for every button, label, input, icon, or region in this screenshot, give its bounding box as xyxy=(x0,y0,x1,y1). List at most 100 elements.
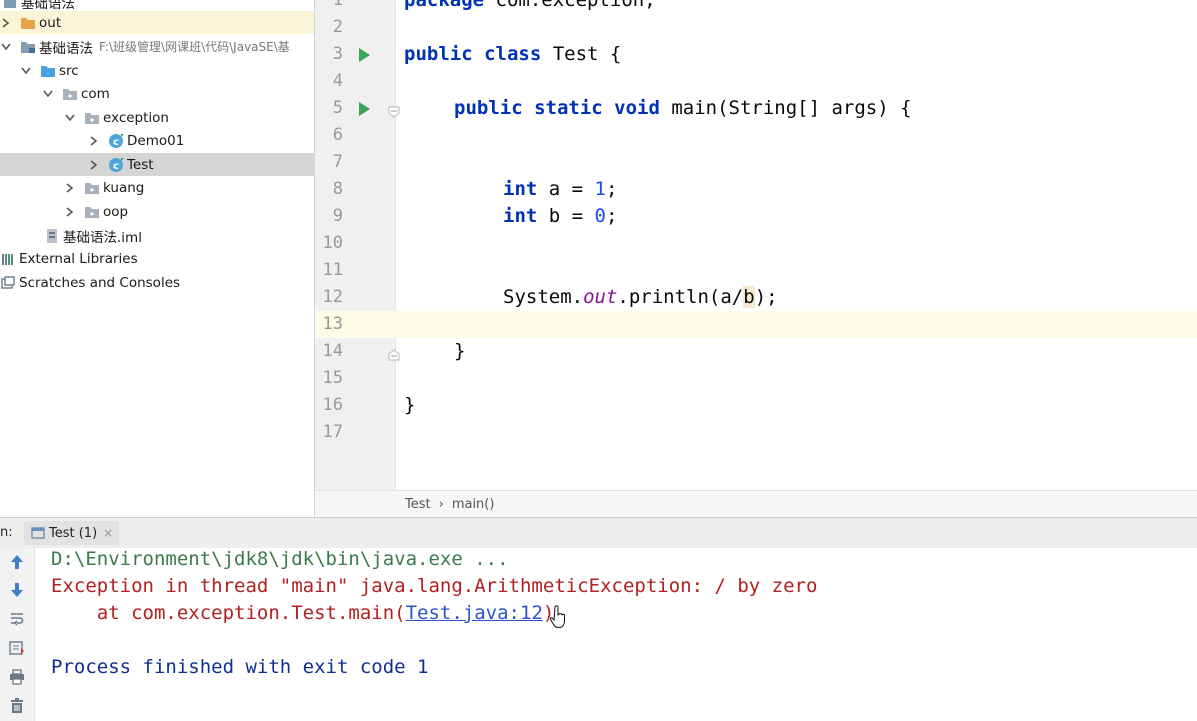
breadcrumb-separator: › xyxy=(438,497,444,512)
code-text[interactable]: public static void main(String[] args) { xyxy=(454,95,912,122)
code-line-6: 6 xyxy=(315,122,1197,149)
code-line-10: 10 xyxy=(315,230,1197,257)
package-icon xyxy=(84,204,100,220)
tree-row-scratches[interactable]: Scratches and Consoles xyxy=(0,271,314,294)
package-icon xyxy=(62,86,78,102)
chevron-right-icon[interactable] xyxy=(64,182,76,194)
tree-row-out[interactable]: out xyxy=(0,11,314,34)
code-text[interactable]: int b = 0; xyxy=(503,203,617,230)
code-line-11: 11 xyxy=(315,257,1197,284)
print-icon[interactable] xyxy=(8,668,26,686)
run-toolbar xyxy=(0,548,35,721)
code-text[interactable]: } xyxy=(404,392,415,419)
line-number: 11 xyxy=(322,260,343,280)
tree-label: Test xyxy=(127,156,154,173)
tree-row-kuang[interactable]: kuang xyxy=(0,176,314,199)
chevron-down-icon[interactable] xyxy=(64,112,76,124)
module-icon xyxy=(2,0,18,10)
package-icon xyxy=(84,110,100,126)
code-line-4: 4 xyxy=(315,68,1197,95)
tree-label: Demo01 xyxy=(127,132,185,149)
chevron-right-icon[interactable] xyxy=(64,206,76,218)
line-number: 14 xyxy=(322,341,343,361)
libraries-icon xyxy=(0,251,16,267)
editor-breadcrumb: Test › main() xyxy=(315,490,1197,518)
scroll-to-end-icon[interactable] xyxy=(8,639,26,657)
code-text[interactable]: int a = 1; xyxy=(503,176,617,203)
fold-end-icon[interactable] xyxy=(388,346,400,361)
tree-row-iml[interactable]: 基础语法.iml xyxy=(0,224,314,247)
run-label: n: xyxy=(0,525,13,540)
chevron-right-icon[interactable] xyxy=(88,135,100,147)
code-line-3: 3 public class Test { xyxy=(315,41,1197,68)
code-line-13-current: 13 xyxy=(315,311,1197,338)
tree-row-oop[interactable]: oop xyxy=(0,200,314,223)
tree-label: oop xyxy=(103,203,129,220)
line-number: 13 xyxy=(322,314,343,334)
code-line-17: 17 xyxy=(315,419,1197,446)
code-text[interactable]: public class Test { xyxy=(404,41,621,68)
code-text[interactable]: package com.exception; xyxy=(404,0,656,14)
code-line-15: 15 xyxy=(315,365,1197,392)
close-icon[interactable]: × xyxy=(103,526,113,540)
code-line-7: 7 xyxy=(315,149,1197,176)
console-output[interactable]: D:\Environment\jdk8\jdk\bin\java.exe ...… xyxy=(35,548,1197,721)
code-line-5: 5 public static void main(String[] args)… xyxy=(315,95,1197,122)
code-line-8: 8 int a = 1; xyxy=(315,176,1197,203)
line-number: 6 xyxy=(332,125,343,145)
tree-label: out xyxy=(39,14,62,31)
code-text[interactable]: System.out.println(a/b); xyxy=(503,284,778,311)
chevron-right-icon[interactable] xyxy=(88,159,100,171)
line-number: 17 xyxy=(322,422,343,442)
tree-label: External Libraries xyxy=(19,250,138,267)
package-icon xyxy=(84,180,100,196)
tree-row-com[interactable]: com xyxy=(0,82,314,105)
chevron-right-icon[interactable] xyxy=(0,17,12,29)
run-class-icon[interactable] xyxy=(359,48,370,62)
iml-file-icon xyxy=(44,228,60,244)
folder-orange-icon xyxy=(20,15,36,31)
code-line-12: 12 System.out.println(a/b); xyxy=(315,284,1197,311)
line-number: 2 xyxy=(332,17,343,37)
tree-row-exception[interactable]: exception xyxy=(0,106,314,129)
breadcrumb-method[interactable]: main() xyxy=(452,497,495,512)
code-text[interactable]: } xyxy=(454,338,465,365)
run-config-icon xyxy=(30,525,46,541)
trash-icon[interactable] xyxy=(8,697,26,715)
arrow-down-icon[interactable] xyxy=(8,581,26,599)
stacktrace-link[interactable]: Test.java:12 xyxy=(406,602,543,624)
tree-label: 基础语法.iml xyxy=(63,229,142,246)
code-editor[interactable]: 1 package com.exception; 2 3 public clas… xyxy=(315,0,1197,490)
chevron-down-icon[interactable] xyxy=(0,41,12,53)
chevron-down-icon[interactable] xyxy=(42,88,54,100)
console-exit-line: Process finished with exit code 1 xyxy=(51,656,429,678)
soft-wrap-icon[interactable] xyxy=(8,610,26,628)
code-line-16: 16 } xyxy=(315,392,1197,419)
code-line-14: 14 } xyxy=(315,338,1197,365)
run-tool-window-header: n: Test (1) × xyxy=(0,517,1197,549)
run-tab-test[interactable]: Test (1) × xyxy=(24,521,120,545)
chevron-down-icon[interactable] xyxy=(20,65,32,77)
line-number: 15 xyxy=(322,368,343,388)
tree-row-demo01[interactable]: c Demo01 xyxy=(0,129,314,152)
line-number: 3 xyxy=(332,44,343,64)
module-path: F:\班级管理\网课班\代码\JavaSE\基 xyxy=(99,40,290,54)
run-tab-label: Test (1) xyxy=(49,525,98,541)
fold-icon[interactable] xyxy=(388,103,400,118)
arrow-up-icon[interactable] xyxy=(8,553,26,571)
project-tree-panel: 基础语法 out 基础语法 F:\班级管理\网课班\代码\JavaSE\基 sr… xyxy=(0,0,315,517)
line-number: 10 xyxy=(322,233,343,253)
tree-row-external-libraries[interactable]: External Libraries xyxy=(0,247,314,270)
tree-label: src xyxy=(59,62,79,79)
module-folder-icon xyxy=(20,39,36,55)
console-command-line: D:\Environment\jdk8\jdk\bin\java.exe ... xyxy=(51,548,509,570)
tree-row-src[interactable]: src xyxy=(0,59,314,82)
breadcrumb-class[interactable]: Test xyxy=(405,497,431,512)
line-number: 12 xyxy=(322,287,343,307)
svg-text:c: c xyxy=(113,161,119,172)
tree-label: 基础语法 xyxy=(21,0,75,12)
tree-row-test[interactable]: c Test xyxy=(0,153,314,176)
tree-row-module[interactable]: 基础语法 F:\班级管理\网课班\代码\JavaSE\基 xyxy=(0,35,314,58)
tree-label: kuang xyxy=(103,179,145,196)
run-main-icon[interactable] xyxy=(359,102,370,116)
